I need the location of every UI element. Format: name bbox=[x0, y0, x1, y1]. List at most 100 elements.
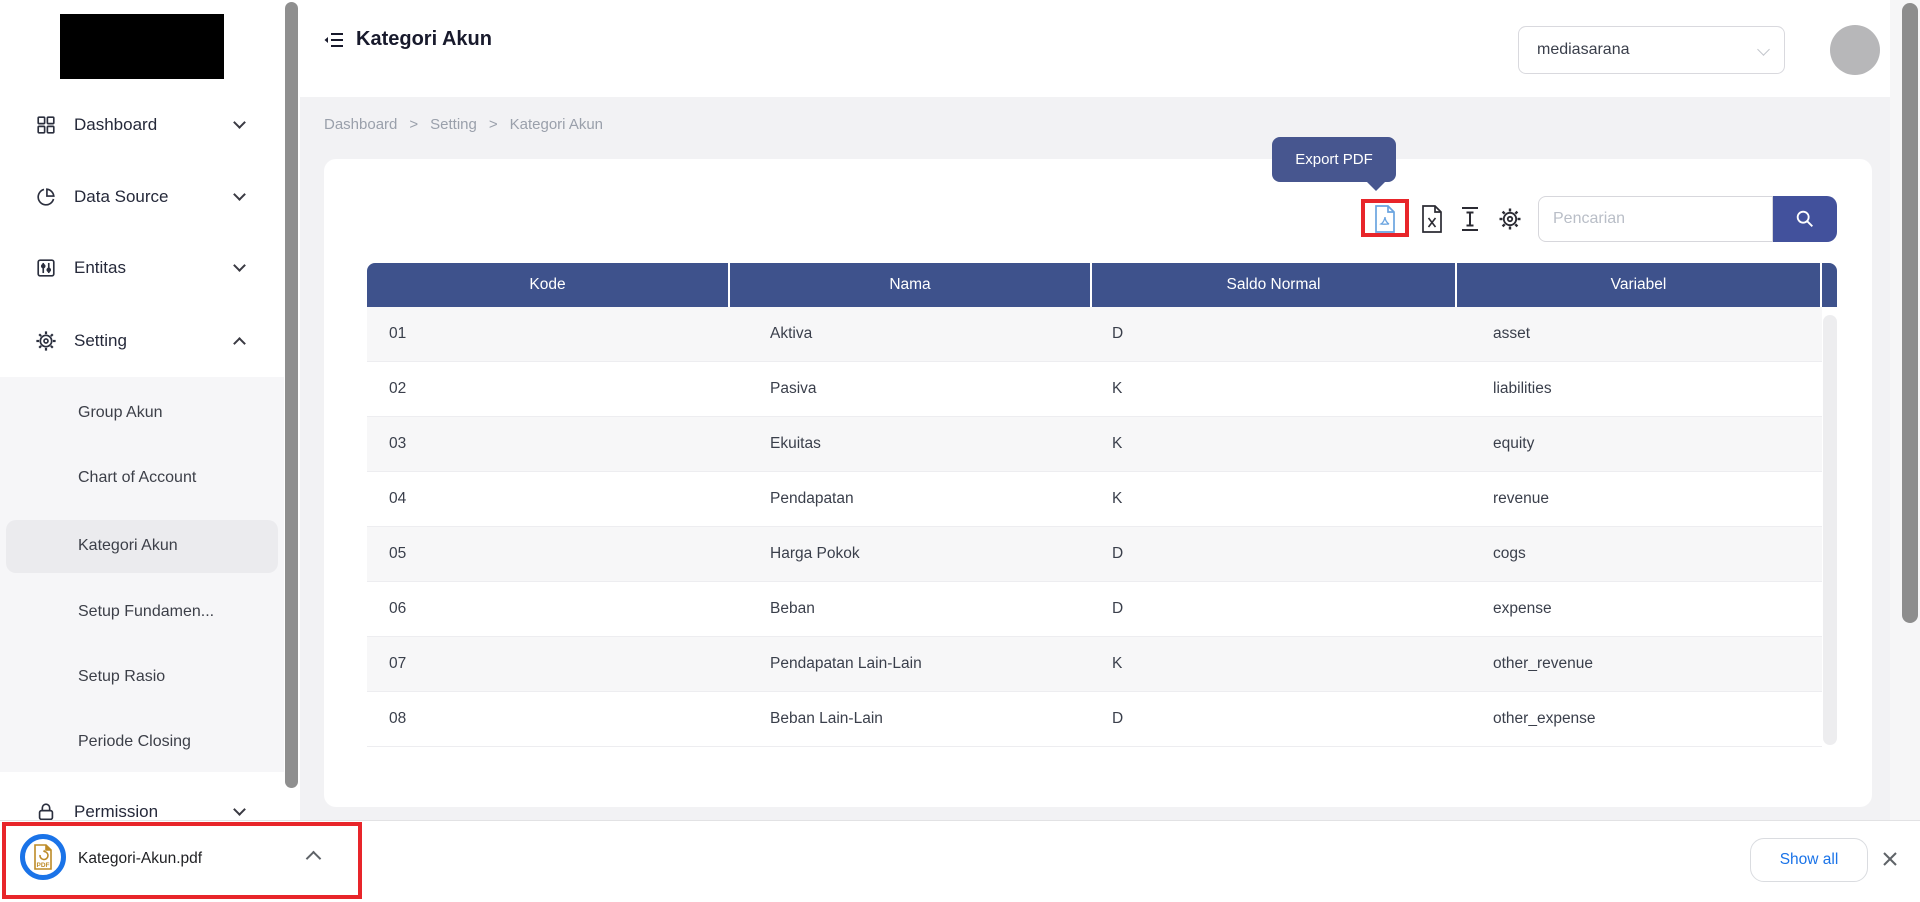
table-cell: expense bbox=[1457, 582, 1822, 636]
chevron-down-icon bbox=[233, 259, 246, 272]
app-logo bbox=[60, 14, 224, 79]
breadcrumb-separator: > bbox=[409, 116, 418, 133]
sidebar-subitem-periode-closing[interactable]: Periode Closing bbox=[0, 724, 284, 760]
table-cell: 08 bbox=[367, 692, 730, 746]
table-cell: Beban Lain-Lain bbox=[730, 692, 1092, 746]
table-cell: Ekuitas bbox=[730, 417, 1092, 471]
column-header-nama[interactable]: Nama bbox=[730, 263, 1092, 307]
chevron-down-icon bbox=[233, 116, 246, 129]
sidebar-subitem-kategori-akun[interactable]: Kategori Akun bbox=[0, 528, 284, 564]
chevron-down-icon bbox=[233, 188, 246, 201]
table-row[interactable]: 04PendapatanKrevenue bbox=[367, 472, 1822, 527]
table-body: 01AktivaDasset02PasivaKliabilities03Ekui… bbox=[367, 307, 1837, 747]
sidebar-item-entitas[interactable]: Entitas bbox=[0, 248, 284, 288]
column-header-variabel[interactable]: Variabel bbox=[1457, 263, 1822, 307]
table-row[interactable]: 05Harga PokokDcogs bbox=[367, 527, 1822, 582]
table-cell: K bbox=[1092, 637, 1457, 691]
breadcrumb-item-current: Kategori Akun bbox=[510, 116, 603, 133]
setting-submenu bbox=[0, 377, 284, 772]
browser-scrollbar-thumb[interactable] bbox=[1902, 3, 1918, 623]
annotation-box-export-pdf bbox=[1361, 199, 1409, 237]
table-row[interactable]: 07Pendapatan Lain-LainKother_revenue bbox=[367, 637, 1822, 692]
grid-icon bbox=[34, 113, 58, 137]
table-settings-icon[interactable] bbox=[1490, 199, 1530, 239]
page-title: Kategori Akun bbox=[356, 28, 492, 51]
export-excel-icon[interactable] bbox=[1412, 199, 1452, 239]
table-row[interactable]: 01AktivaDasset bbox=[367, 307, 1822, 362]
table-cell: Aktiva bbox=[730, 307, 1092, 361]
table-cell: 04 bbox=[367, 472, 730, 526]
table-cell: 07 bbox=[367, 637, 730, 691]
export-pdf-tooltip: Export PDF bbox=[1272, 137, 1396, 182]
entity-select[interactable]: mediasarana bbox=[1518, 26, 1785, 74]
table-row[interactable]: 08Beban Lain-LainDother_expense bbox=[367, 692, 1822, 747]
breadcrumb: Dashboard > Setting > Kategori Akun bbox=[324, 116, 603, 133]
breadcrumb-item-dashboard[interactable]: Dashboard bbox=[324, 116, 397, 133]
table-cell: D bbox=[1092, 692, 1457, 746]
table-cell: K bbox=[1092, 417, 1457, 471]
table-cell: K bbox=[1092, 472, 1457, 526]
avatar[interactable] bbox=[1830, 25, 1880, 75]
table-cell: liabilities bbox=[1457, 362, 1822, 416]
pie-chart-icon bbox=[34, 185, 58, 209]
table-row[interactable]: 03EkuitasKequity bbox=[367, 417, 1822, 472]
table-row[interactable]: 02PasivaKliabilities bbox=[367, 362, 1822, 417]
sidebar-item-label: Dashboard bbox=[74, 115, 157, 135]
table-cell: equity bbox=[1457, 417, 1822, 471]
table-cell: Pasiva bbox=[730, 362, 1092, 416]
table-row[interactable]: 06BebanDexpense bbox=[367, 582, 1822, 637]
sidebar-item-setting[interactable]: Setting bbox=[0, 321, 284, 361]
sliders-icon bbox=[34, 256, 58, 280]
sidebar-item-label: Setting bbox=[74, 331, 127, 351]
table-cell: Pendapatan Lain-Lain bbox=[730, 637, 1092, 691]
sidebar-scrollbar[interactable] bbox=[285, 2, 298, 788]
table-cell: cogs bbox=[1457, 527, 1822, 581]
table-cell: revenue bbox=[1457, 472, 1822, 526]
menu-fold-icon[interactable] bbox=[322, 28, 346, 57]
breadcrumb-item-setting[interactable]: Setting bbox=[430, 116, 477, 133]
table-header: Kode Nama Saldo Normal Variabel bbox=[367, 263, 1837, 307]
annotation-box-download-item bbox=[2, 822, 362, 899]
search-field bbox=[1538, 196, 1773, 242]
column-header-kode[interactable]: Kode bbox=[367, 263, 730, 307]
table-scrollbar[interactable] bbox=[1823, 315, 1837, 745]
sidebar-item-label: Permission bbox=[74, 802, 158, 822]
sidebar-subitem-chart-of-account[interactable]: Chart of Account bbox=[0, 460, 284, 496]
close-shelf-icon[interactable] bbox=[1880, 849, 1900, 874]
sidebar-subitem-setup-rasio[interactable]: Setup Rasio bbox=[0, 659, 284, 695]
table-cell: Beban bbox=[730, 582, 1092, 636]
table-cell: K bbox=[1092, 362, 1457, 416]
table-cell: 06 bbox=[367, 582, 730, 636]
sidebar: Dashboard Data Source Entitas Setting Gr… bbox=[0, 0, 284, 902]
table-cell: Harga Pokok bbox=[730, 527, 1092, 581]
column-header-stub bbox=[1822, 263, 1837, 307]
table-cell: other_revenue bbox=[1457, 637, 1822, 691]
search-input[interactable] bbox=[1539, 197, 1772, 241]
data-table: Kode Nama Saldo Normal Variabel 01Aktiva… bbox=[367, 263, 1837, 747]
table-cell: 01 bbox=[367, 307, 730, 361]
entity-select-value: mediasarana bbox=[1537, 41, 1630, 59]
table-cell: asset bbox=[1457, 307, 1822, 361]
sidebar-item-label: Entitas bbox=[74, 258, 126, 278]
content-card: Kode Nama Saldo Normal Variabel 01Aktiva… bbox=[324, 159, 1872, 807]
search-button[interactable] bbox=[1773, 196, 1837, 242]
table-cell: 02 bbox=[367, 362, 730, 416]
table-cell: D bbox=[1092, 307, 1457, 361]
table-cell: D bbox=[1092, 582, 1457, 636]
table-cell: 05 bbox=[367, 527, 730, 581]
sidebar-item-dashboard[interactable]: Dashboard bbox=[0, 105, 284, 145]
breadcrumb-separator: > bbox=[489, 116, 498, 133]
table-cell: other_expense bbox=[1457, 692, 1822, 746]
table-cell: D bbox=[1092, 527, 1457, 581]
chevron-up-icon bbox=[233, 337, 246, 350]
chevron-down-icon bbox=[1757, 43, 1770, 56]
show-all-button[interactable]: Show all bbox=[1750, 838, 1868, 882]
sidebar-subitem-setup-fundamental[interactable]: Setup Fundamen... bbox=[0, 594, 284, 630]
sidebar-item-data-source[interactable]: Data Source bbox=[0, 177, 284, 217]
sidebar-item-label: Data Source bbox=[74, 187, 169, 207]
gear-icon bbox=[34, 329, 58, 353]
column-header-saldo-normal[interactable]: Saldo Normal bbox=[1092, 263, 1457, 307]
table-cell: Pendapatan bbox=[730, 472, 1092, 526]
row-height-icon[interactable] bbox=[1450, 199, 1490, 239]
sidebar-subitem-group-akun[interactable]: Group Akun bbox=[0, 395, 284, 431]
